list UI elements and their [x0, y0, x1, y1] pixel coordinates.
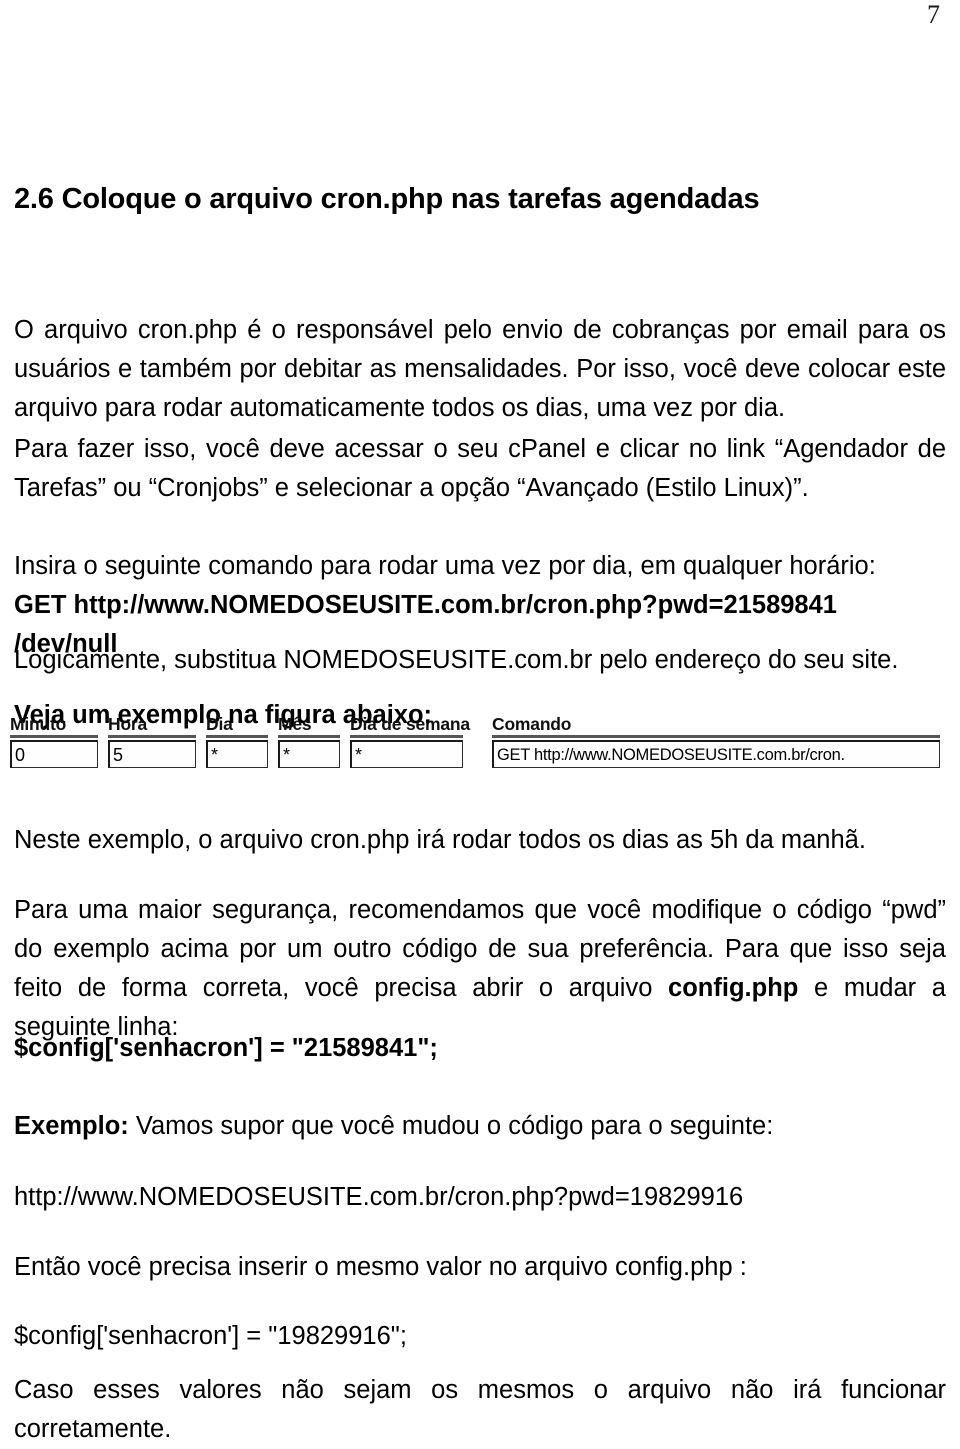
paragraph-insert-command: Insira o seguinte comando para rodar uma…	[14, 551, 876, 580]
example-label: Exemplo:	[14, 1111, 129, 1140]
cron-label-underline	[206, 735, 268, 738]
cron-field-minuto: Minuto 0	[10, 714, 98, 768]
cron-field-dia-de-semana: Dia de semana *	[350, 714, 470, 768]
cron-label-dia-de-semana: Dia de semana	[350, 714, 470, 734]
document-page: 7 2.6 Coloque o arquivo cron.php nas tar…	[0, 0, 960, 1443]
paragraph-example-label: Exemplo: Vamos supor que você mudou o có…	[14, 1107, 946, 1146]
cron-label-hora: Hora	[108, 714, 148, 734]
example-label-rest: Vamos supor que você mudou o código para…	[128, 1111, 774, 1140]
cron-input-dia-de-semana[interactable]: *	[350, 740, 463, 768]
cron-field-hora: Hora 5	[108, 714, 196, 768]
cron-label-minuto: Minuto	[10, 714, 67, 734]
paragraph-intro: O arquivo cron.php é o responsável pelo …	[14, 315, 946, 422]
cron-label-mes: Mês	[278, 714, 312, 734]
cron-label-comando: Comando	[492, 714, 572, 734]
config-senhacron-line-original: $config['senhacron'] = "21589841";	[14, 1033, 438, 1062]
paragraph-security-recommendation: Para uma maior segurança, recomendamos q…	[14, 891, 946, 1047]
cron-schedule-form: Minuto 0 Hora 5 Dia * Mês * Dia de seman…	[10, 714, 940, 786]
cron-input-dia[interactable]: *	[206, 740, 268, 768]
cron-label-underline	[350, 735, 463, 738]
example-url: http://www.NOMEDOSEUSITE.com.br/cron.php…	[14, 1182, 744, 1211]
cron-field-dia: Dia *	[206, 714, 268, 768]
cron-label-dia: Dia	[206, 714, 233, 734]
paragraph-cpanel-instructions: Para fazer isso, você deve acessar o seu…	[14, 434, 946, 502]
paragraph-insert-same-value: Então você precisa inserir o mesmo valor…	[14, 1252, 747, 1281]
paragraph-warning: Caso esses valores não sejam os mesmos o…	[14, 1375, 946, 1443]
paragraph-replace-domain: Logicamente, substitua NOMEDOSEUSITE.com…	[14, 645, 899, 674]
cron-input-comando[interactable]: GET http://www.NOMEDOSEUSITE.com.br/cron…	[492, 740, 940, 768]
cron-field-comando: Comando GET http://www.NOMEDOSEUSITE.com…	[492, 714, 940, 768]
config-php-filename: config.php	[668, 973, 799, 1002]
cron-label-underline	[108, 735, 196, 738]
config-senhacron-line-new: $config['senhacron'] = "19829916";	[14, 1321, 407, 1350]
page-title: 2.6 Coloque o arquivo cron.php nas taref…	[14, 183, 760, 215]
page-number: 7	[927, 0, 940, 29]
cron-label-underline	[492, 735, 940, 738]
cron-label-underline	[278, 735, 340, 738]
cron-input-mes[interactable]: *	[278, 740, 340, 768]
cron-input-minuto[interactable]: 0	[10, 740, 98, 768]
cron-label-underline	[10, 735, 98, 738]
cron-field-mes: Mês *	[278, 714, 340, 768]
paragraph-example-explanation: Neste exemplo, o arquivo cron.php irá ro…	[14, 825, 866, 854]
cron-input-hora[interactable]: 5	[108, 740, 196, 768]
